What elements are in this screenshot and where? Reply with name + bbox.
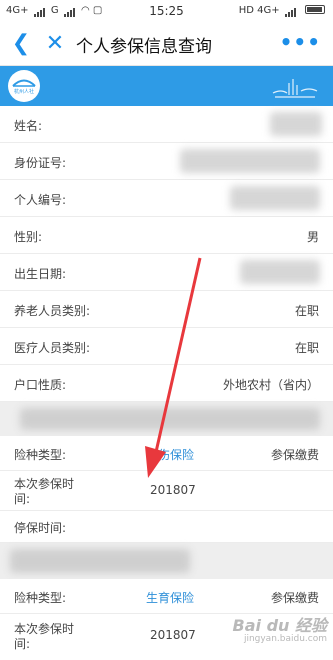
- redacted-number: [230, 186, 320, 210]
- city-art-icon: [272, 79, 318, 98]
- medical-label: 医疗人员类别:: [14, 341, 91, 355]
- row-gender: 性别: 男: [0, 217, 333, 254]
- bridge-logo-icon: [12, 79, 36, 87]
- row-name: 姓名:: [0, 106, 333, 143]
- status-bar: 4G+ G ◠ ▢ 15:25 HD 4G+: [0, 0, 333, 22]
- row-hukou: 户口性质: 外地农村（省内）: [0, 365, 333, 402]
- ins1-type-row: 险种类型: 工伤保险 参保缴费: [0, 436, 333, 471]
- ins1-type-value: 工伤保险: [146, 448, 195, 462]
- signal-icon-3: [284, 6, 297, 17]
- ins1-start-row: 本次参保时间: 201807: [0, 471, 333, 511]
- gender-value: 男: [306, 230, 319, 244]
- watermark: Bai du 经验 jingyan.baidu.com: [233, 612, 327, 644]
- ins1-start-value: 201807: [150, 483, 196, 497]
- redacted-section-header-2: [10, 549, 190, 573]
- hukou-label: 户口性质:: [14, 378, 67, 392]
- ins2-type-row: 险种类型: 生育保险 参保缴费: [0, 579, 333, 614]
- ins2-type-label: 险种类型:: [14, 591, 67, 605]
- row-medical: 医疗人员类别: 在职: [0, 328, 333, 365]
- section-divider-2: [0, 543, 333, 579]
- row-birth: 出生日期:: [0, 254, 333, 291]
- battery-icon: [305, 5, 325, 14]
- pension-value: 在职: [294, 304, 319, 318]
- number-label: 个人编号:: [14, 193, 67, 207]
- header-banner: 杭州人社: [0, 66, 333, 106]
- pension-label: 养老人员类别:: [14, 304, 91, 318]
- redacted-id: [180, 149, 320, 173]
- nav-bar: ❮ ✕ 个人参保信息查询 •••: [0, 22, 333, 66]
- network-hd-label: HD 4G+: [238, 5, 280, 16]
- hukou-value: 外地农村（省内）: [222, 378, 319, 392]
- ins1-stop-row: 停保时间:: [0, 511, 333, 543]
- redacted-section-header: [20, 408, 320, 430]
- medical-value: 在职: [294, 341, 319, 355]
- status-right: HD 4G+: [239, 5, 325, 17]
- name-label: 姓名:: [14, 119, 43, 133]
- watermark-url: jingyan.baidu.com: [243, 634, 327, 644]
- birth-label: 出生日期:: [14, 267, 67, 281]
- close-icon: ✕: [45, 31, 65, 56]
- ins1-status-value: 参保缴费: [270, 448, 319, 462]
- ins1-start-label: 本次参保时间:: [14, 477, 75, 506]
- ins1-type-label: 险种类型:: [14, 448, 67, 462]
- logo: 杭州人社: [8, 70, 40, 102]
- row-number: 个人编号:: [0, 180, 333, 217]
- gender-label: 性别:: [14, 230, 43, 244]
- more-button[interactable]: •••: [280, 32, 321, 52]
- ins2-type-value: 生育保险: [146, 591, 195, 605]
- ins2-status-value: 参保缴费: [270, 591, 319, 605]
- redacted-name: [270, 112, 322, 136]
- back-button[interactable]: ❮: [10, 31, 32, 57]
- row-id: 身份证号:: [0, 143, 333, 180]
- row-pension: 养老人员类别: 在职: [0, 291, 333, 328]
- redacted-birth: [240, 260, 320, 284]
- section-divider: [0, 402, 333, 436]
- more-icon: •••: [279, 30, 321, 54]
- close-button[interactable]: ✕: [44, 31, 66, 57]
- chevron-left-icon: ❮: [11, 31, 31, 56]
- page-title: 个人参保信息查询: [76, 37, 212, 57]
- ins1-stop-label: 停保时间:: [14, 521, 67, 535]
- ins2-start-label: 本次参保时间:: [14, 622, 75, 651]
- watermark-brand: Bai du 经验: [232, 616, 327, 635]
- logo-text: 杭州人社: [13, 89, 34, 95]
- id-label: 身份证号:: [14, 156, 67, 170]
- ins2-start-value: 201807: [150, 628, 196, 642]
